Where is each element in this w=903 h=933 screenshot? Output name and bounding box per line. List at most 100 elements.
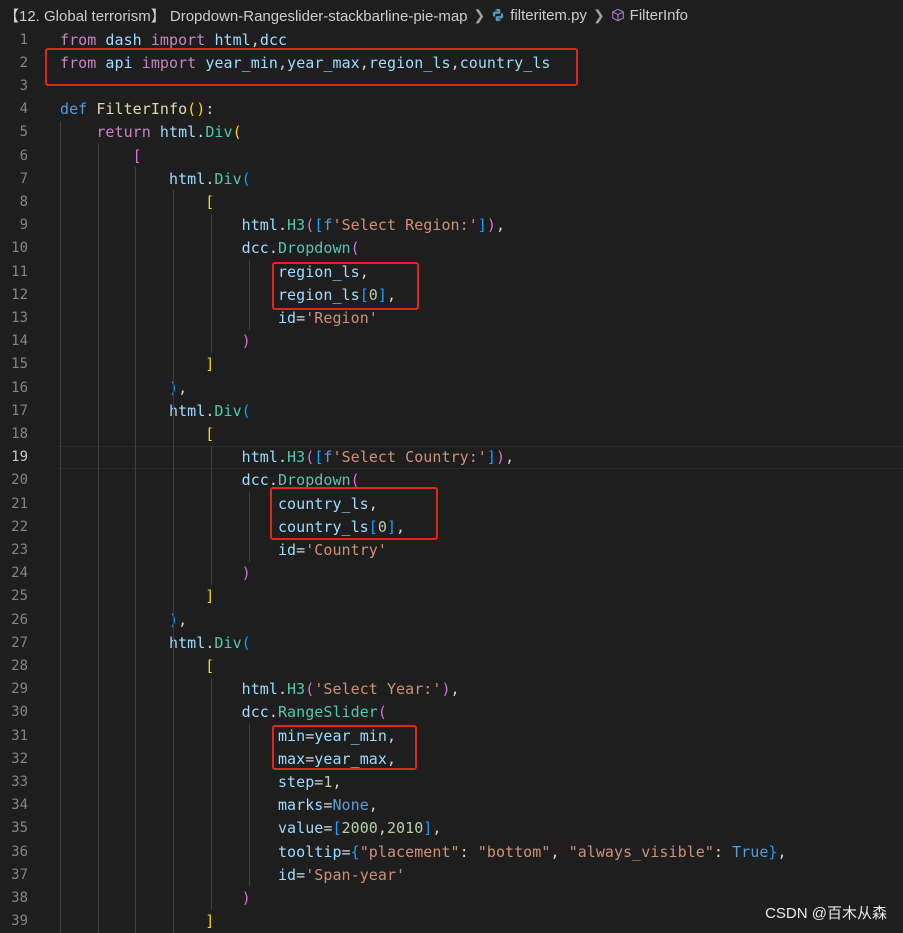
indent-guide (135, 167, 137, 933)
code-token: ] (205, 587, 215, 606)
code-token: ) (441, 680, 451, 699)
code-editor[interactable]: 1 from dash import html,dcc 2 from api impo… (0, 28, 903, 933)
code-line[interactable]: 4 def FilterInfo(): (0, 98, 903, 121)
line-number: 24 (11, 565, 28, 582)
code-text: html.H3([f'Select Country:']), (60, 448, 514, 466)
code-token: ] (477, 216, 487, 235)
line-number: 7 (19, 170, 28, 187)
code-token: [ (332, 819, 342, 838)
code-line[interactable]: 5 return html.Div( (0, 121, 903, 144)
code-token: ( (241, 633, 251, 652)
annotation-highlight-box (45, 48, 578, 86)
indent-guide (97, 144, 99, 933)
code-token: import (150, 30, 206, 49)
code-text: step=1, (60, 773, 342, 791)
line-number: 36 (11, 843, 28, 860)
line-number: 33 (11, 773, 28, 790)
code-token: . (277, 680, 288, 699)
code-token: dcc (241, 471, 269, 490)
code-token: "always_visible" (568, 842, 714, 861)
breadcrumb-symbol[interactable]: FilterInfo (630, 7, 688, 24)
code-token: html (168, 633, 206, 652)
code-token: , (505, 448, 515, 467)
code-token: html (168, 169, 206, 188)
code-token: Div (205, 123, 233, 142)
code-token: FilterInfo (96, 100, 188, 119)
line-number: 31 (11, 727, 28, 744)
code-token: . (277, 448, 288, 467)
code-text: [ (60, 425, 214, 443)
code-token: from (60, 30, 97, 49)
line-number: 6 (19, 147, 28, 164)
symbol-class-icon (611, 8, 624, 22)
code-token: html (241, 216, 278, 235)
breadcrumb: 【12. Global terrorism】 Dropdown-Rangesli… (0, 0, 903, 30)
line-number: 12 (11, 286, 28, 303)
code-token: ( (305, 448, 315, 467)
code-text: marks=None, (60, 796, 378, 814)
line-number: 29 (11, 681, 28, 698)
code-token: dcc (241, 239, 269, 258)
code-token: ( (232, 123, 242, 142)
code-line[interactable]: 6 [ (0, 144, 903, 167)
code-token: ) (241, 888, 251, 907)
code-token: ( (241, 401, 251, 420)
chevron-right-icon: ❯ (473, 6, 486, 23)
line-number: 32 (11, 750, 28, 767)
code-token: ( (241, 169, 251, 188)
breadcrumb-folder[interactable]: 【12. Global terrorism】 Dropdown-Rangesli… (4, 5, 468, 26)
code-token: = (296, 865, 306, 884)
code-token: f (323, 216, 333, 235)
watermark: CSDN @百木从森 (765, 905, 887, 922)
line-number: 37 (11, 866, 28, 883)
line-number: 3 (19, 77, 28, 94)
code-token: 'Span-year' (305, 865, 406, 884)
code-text: [ (60, 193, 214, 211)
code-token: } (768, 842, 778, 861)
code-token: , (368, 796, 378, 815)
code-token: "placement" (359, 842, 460, 861)
code-text: def FilterInfo(): (60, 100, 214, 118)
line-number: 11 (11, 263, 28, 280)
code-text: ] (60, 355, 214, 373)
breadcrumb-file[interactable]: filteritem.py (510, 7, 587, 24)
indent-guide (248, 724, 250, 887)
code-token: tooltip (277, 842, 342, 861)
line-number: 2 (19, 54, 28, 71)
code-token: , (250, 30, 260, 49)
code-text: from dash import html,dcc (60, 31, 287, 49)
code-token: = (341, 842, 351, 861)
code-text: ] (60, 912, 214, 930)
line-number: 35 (11, 820, 28, 837)
line-number: 15 (11, 356, 28, 373)
code-token: 'Country' (305, 540, 387, 559)
code-text: value=[2000,2010], (60, 819, 441, 837)
code-text: [ (60, 657, 214, 675)
indent-guide (210, 445, 212, 585)
code-token: : (713, 842, 733, 861)
code-token: ( (377, 703, 387, 722)
line-number: 20 (11, 472, 28, 489)
code-text: dcc.RangeSlider( (60, 703, 387, 721)
code-token: : (205, 100, 215, 119)
code-token: [ (132, 146, 142, 165)
annotation-highlight-box (272, 725, 417, 770)
line-number: 30 (11, 704, 28, 721)
